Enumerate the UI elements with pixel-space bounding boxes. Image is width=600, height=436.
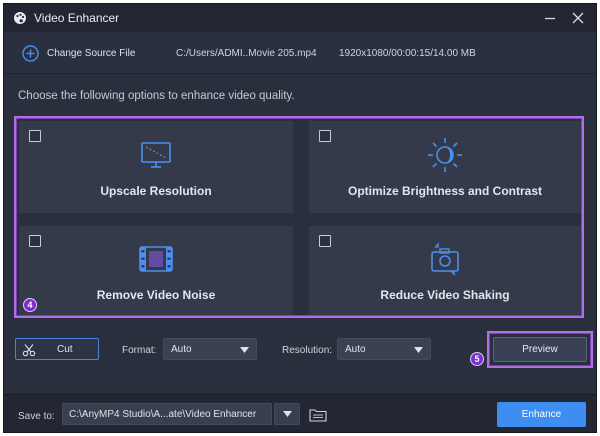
option-label: Optimize Brightness and Contrast [347, 184, 543, 198]
stabilize-camera-icon [431, 242, 459, 276]
chevron-down-icon [414, 347, 423, 353]
option-remove-video-noise[interactable]: Remove Video Noise [19, 226, 293, 315]
monitor-icon [141, 142, 171, 168]
step-badge: 5 [470, 352, 484, 366]
video-enhancer-window: Video Enhancer Change Source File C:/Use… [3, 3, 597, 433]
window-title: Video Enhancer [34, 11, 120, 25]
reduce-video-shaking-checkbox[interactable] [319, 235, 331, 247]
step-badge: 4 [23, 298, 37, 312]
source-file-path: C:/Users/ADMI..Movie 205.mp4 [176, 48, 317, 59]
change-source-file-button[interactable]: Change Source File [47, 48, 135, 59]
film-icon [139, 246, 173, 272]
add-circle-icon[interactable] [22, 45, 39, 62]
minimize-icon[interactable] [542, 10, 558, 26]
optimize-brightness-checkbox[interactable] [319, 130, 331, 142]
resolution-label: Resolution: [282, 345, 333, 356]
option-label: Reduce Video Shaking [380, 288, 510, 302]
resolution-dropdown[interactable]: Auto [337, 338, 431, 360]
save-path-dropdown[interactable] [274, 403, 300, 425]
option-label: Remove Video Noise [96, 288, 216, 302]
remove-video-noise-checkbox[interactable] [29, 235, 41, 247]
source-file-info: 1920x1080/00:00:15/14.00 MB [339, 48, 476, 59]
format-label: Format: [122, 345, 157, 356]
title-bar: Video Enhancer [4, 4, 596, 32]
enhance-options-panel: Upscale Resolution Optimize Brightness a… [14, 116, 584, 318]
scissors-icon [22, 344, 36, 357]
option-upscale-resolution[interactable]: Upscale Resolution [19, 121, 293, 213]
format-dropdown[interactable]: Auto [163, 338, 257, 360]
upscale-resolution-checkbox[interactable] [29, 130, 41, 142]
option-label: Upscale Resolution [100, 184, 212, 198]
preview-highlight: Preview [487, 331, 593, 368]
palette-icon [14, 12, 26, 24]
bottom-bar: Save to: C:\AnyMP4 Studio\A...ate\Video … [4, 394, 596, 432]
save-path-value: C:\AnyMP4 Studio\A...ate\Video Enhancer [69, 409, 257, 420]
enhance-button[interactable]: Enhance [497, 402, 586, 427]
brightness-icon [428, 138, 462, 172]
resolution-value: Auto [345, 344, 366, 355]
chevron-down-icon [240, 347, 249, 353]
folder-icon[interactable] [309, 407, 327, 422]
save-to-label: Save to: [18, 411, 55, 422]
cut-label: Cut [57, 344, 73, 355]
instruction-text: Choose the following options to enhance … [18, 90, 295, 102]
format-value: Auto [171, 344, 192, 355]
close-icon[interactable] [570, 10, 586, 26]
option-reduce-video-shaking[interactable]: Reduce Video Shaking [309, 226, 581, 315]
chevron-down-icon [283, 411, 292, 417]
source-file-row: Change Source File C:/Users/ADMI..Movie … [4, 32, 596, 74]
option-optimize-brightness[interactable]: Optimize Brightness and Contrast [309, 121, 581, 213]
save-path-field[interactable]: C:\AnyMP4 Studio\A...ate\Video Enhancer [62, 403, 272, 425]
preview-button[interactable]: Preview [493, 337, 587, 362]
cut-button[interactable]: Cut [15, 338, 99, 360]
